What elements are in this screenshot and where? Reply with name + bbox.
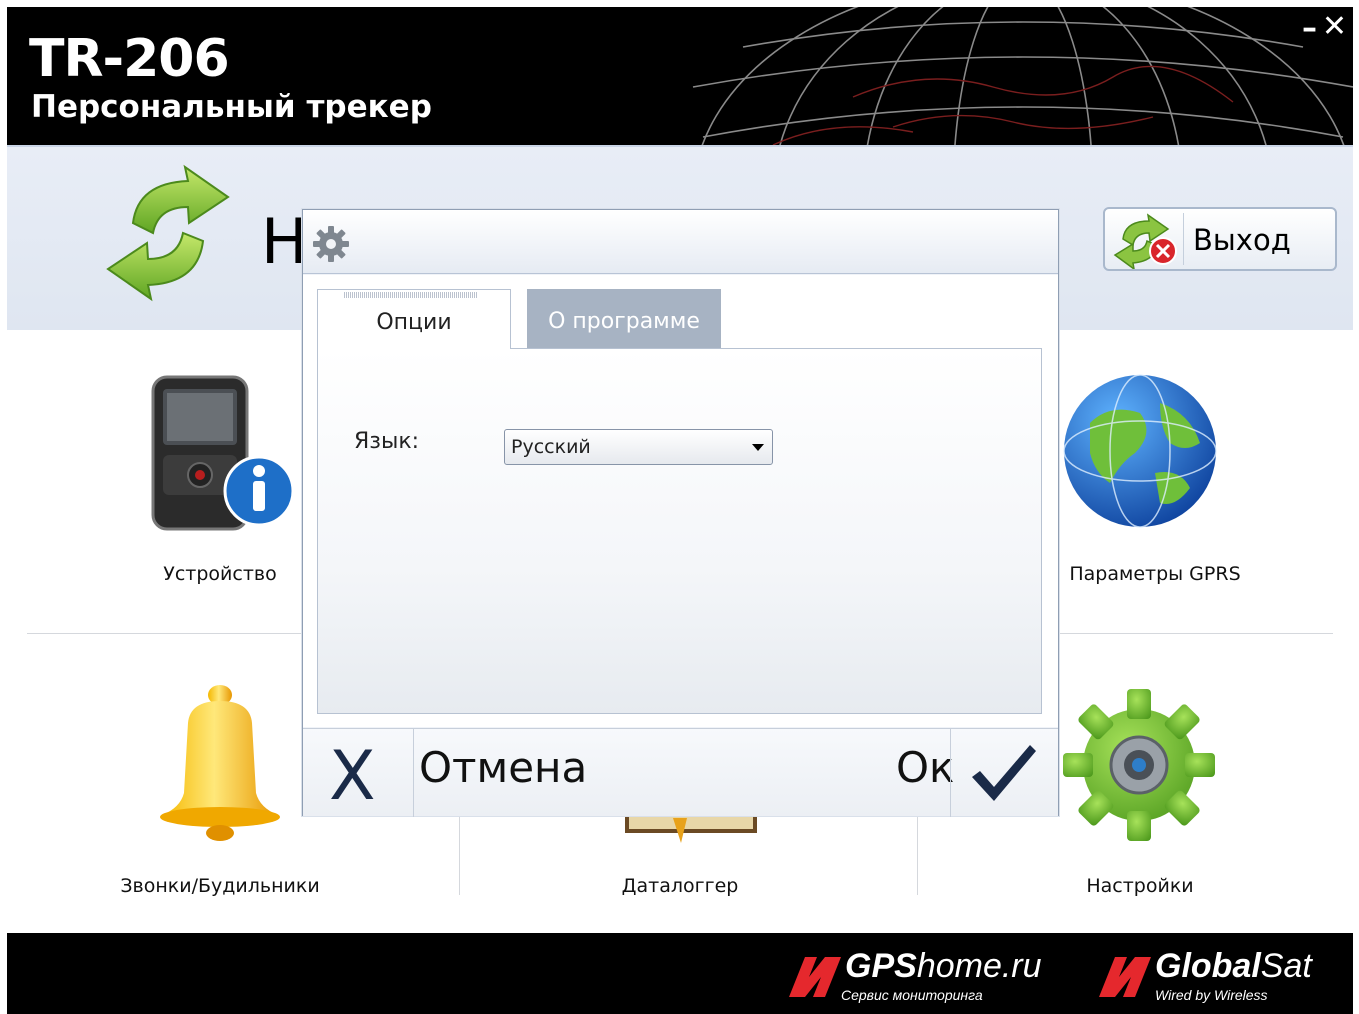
settings-dialog: Опции О программе Язык: Русский X Отмена… (302, 209, 1059, 817)
sync-arrows-icon (106, 164, 230, 302)
gpshome-tagline: Сервис мониторинга (841, 987, 983, 1003)
tab-grip (344, 292, 478, 298)
checkmark-icon (972, 745, 1036, 801)
dropdown-arrow-icon (752, 444, 764, 451)
dialog-titlebar[interactable] (303, 210, 1058, 274)
app-title: TR-206 (29, 29, 230, 89)
dialog-footer: X Отмена Ок (303, 728, 1058, 817)
ok-divider (950, 729, 951, 817)
ok-button[interactable]: Ок (868, 729, 1058, 817)
globalsat-logo: GlobalSat Wired by Wireless (1097, 947, 1347, 1007)
gear-icon (313, 226, 349, 262)
tab-about[interactable]: О программе (527, 289, 721, 349)
tile-gprs-label: Параметры GPRS (1069, 563, 1241, 585)
globalsat-mark-icon (1099, 957, 1151, 997)
tile-calls-alarms[interactable]: Звонки/Будильники (107, 683, 333, 903)
page-heading: Н (261, 205, 308, 278)
gpshome-name-bold: GPS (845, 947, 917, 985)
tab-about-label: О программе (548, 309, 700, 334)
globalsat-name-bold: Global (1155, 947, 1261, 985)
globalsat-tagline: Wired by Wireless (1155, 987, 1268, 1003)
globe-icon (1063, 374, 1217, 528)
ok-label: Ок (896, 743, 955, 792)
tile-device-label: Устройство (163, 563, 277, 585)
green-gear-icon (1063, 689, 1215, 841)
tile-device[interactable]: Устройство (107, 373, 333, 593)
tile-calls-alarms-label: Звонки/Будильники (120, 875, 320, 897)
tile-settings[interactable]: Настройки (1027, 683, 1253, 903)
language-label: Язык: (354, 429, 420, 454)
cancel-x-icon: X (329, 737, 376, 816)
tile-gprs[interactable]: Параметры GPRS (1042, 373, 1268, 593)
app-footer: GPShome.ru Сервис мониторинга GlobalSat … (7, 933, 1353, 1014)
cancel-label: Отмена (419, 743, 588, 792)
cancel-button[interactable]: X Отмена (303, 729, 663, 817)
cancel-divider (413, 729, 414, 817)
tab-options[interactable]: Опции (317, 289, 511, 349)
language-select-value: Русский (511, 436, 591, 458)
tile-settings-label: Настройки (1086, 875, 1194, 897)
exit-icon (1113, 213, 1177, 269)
options-panel: Язык: Русский (317, 348, 1042, 714)
tab-options-label: Опции (376, 310, 452, 335)
bell-icon (160, 685, 280, 841)
globalsat-name-rest: Sat (1260, 947, 1312, 985)
app-subtitle: Персональный трекер (31, 89, 432, 125)
app-header: TR-206 Персональный трекер – ✕ (7, 7, 1353, 145)
gpshome-mark-icon (789, 957, 841, 997)
exit-label: Выход (1193, 223, 1291, 257)
gpshome-logo: GPShome.ru Сервис мониторинга (787, 947, 1067, 1007)
exit-button[interactable]: Выход (1103, 207, 1337, 271)
close-button[interactable]: ✕ (1322, 9, 1347, 44)
gpshome-name-rest: home.ru (916, 947, 1042, 985)
minimize-button[interactable]: – (1302, 11, 1317, 46)
exit-divider (1183, 213, 1184, 265)
phone-info-icon (151, 375, 295, 531)
language-select[interactable]: Русский (504, 429, 773, 465)
tile-datalogger-label: Даталоггер (621, 875, 739, 897)
globe-wireframe-graphic (692, 7, 1353, 145)
